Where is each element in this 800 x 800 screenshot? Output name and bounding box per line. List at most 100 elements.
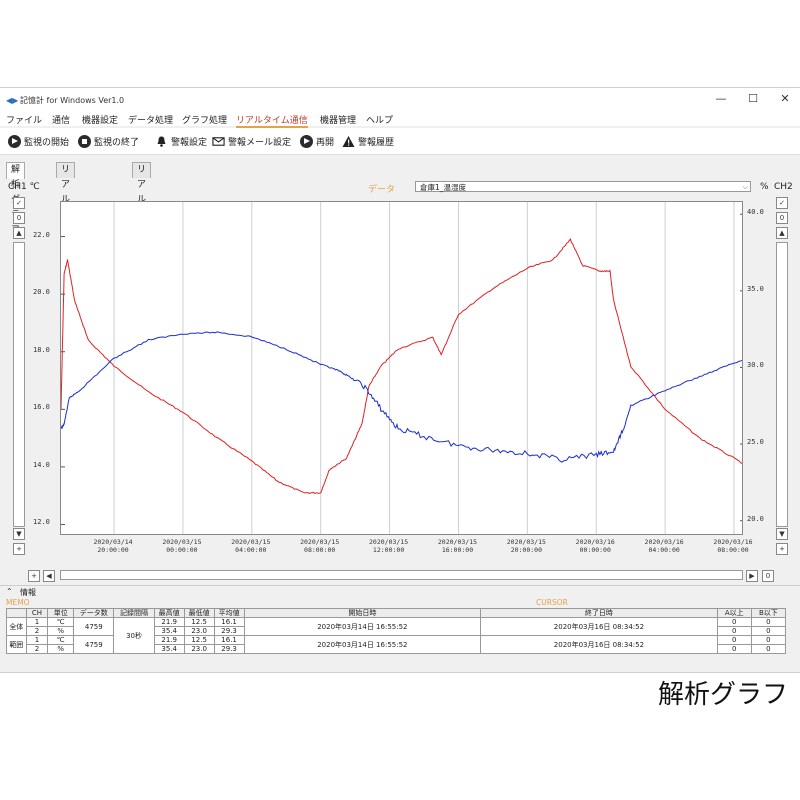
cell-avg: 29.3	[213, 626, 245, 636]
x-add-button[interactable]: +	[28, 570, 40, 582]
alarm-history-label: 警報履歴	[358, 137, 395, 148]
resume-label: 再開	[316, 137, 335, 148]
info-table-header: CH 単位 データ数 記録間隔 最高値 最低値 平均値 開始日時 終了日時 A以…	[6, 608, 787, 618]
x-tick-label: 2020/03/15 20:00:00	[506, 538, 546, 554]
col-end: 終了日時	[480, 608, 718, 618]
ch1-scroll-up-icon[interactable]: ▲	[13, 227, 25, 239]
app-icon: ◀▶	[6, 96, 19, 105]
ch2-zero-button[interactable]: 0	[776, 212, 788, 224]
cell-min: 23.0	[183, 626, 215, 636]
y-right-tick-label: 25.0	[747, 438, 764, 447]
cell-interval: 30秒	[113, 617, 155, 654]
ch2-checkbox[interactable]: ✓	[776, 197, 788, 209]
ch1-scroll-down-icon[interactable]: ▼	[13, 528, 25, 540]
x-zero-button[interactable]: 0	[762, 570, 774, 582]
menu-graph-processing[interactable]: グラフ処理	[182, 113, 227, 126]
row-group: 全体	[6, 617, 27, 636]
cell-avg: 29.3	[213, 644, 245, 654]
stop-monitoring-button[interactable]: 監視の終了	[78, 133, 139, 149]
cell-max: 35.4	[153, 644, 185, 654]
ch2-scroll-up-icon[interactable]: ▲	[776, 227, 788, 239]
x-tick-label: 2020/03/15 00:00:00	[162, 538, 202, 554]
menu-data-processing[interactable]: データ処理	[128, 113, 173, 126]
cell-ch: 2	[25, 644, 49, 654]
tab-realtime-graph[interactable]: リアルタイムグラフ	[56, 162, 76, 295]
cell-end: 2020年03月16日 08:34:52	[480, 635, 718, 654]
ch2-scroll-down-icon[interactable]: ▼	[776, 528, 788, 540]
cell-b-below: 0	[750, 644, 787, 654]
col-min: 最低値	[183, 608, 215, 618]
menu-realtime-communication[interactable]: リアルタイム通信	[236, 113, 308, 128]
cell-avg: 16.1	[213, 635, 245, 645]
ch2-vertical-scrollbar[interactable]	[776, 242, 788, 527]
alarm-settings-label: 警報設定	[171, 137, 208, 148]
row-group: 範囲	[6, 635, 27, 654]
cell-avg: 16.1	[213, 617, 245, 627]
chevron-down-icon: ⌵	[742, 183, 748, 191]
menu-help[interactable]: ヘルプ	[366, 113, 393, 126]
data-select[interactable]: 倉庫1_温湿度 ⌵	[415, 181, 751, 192]
y-right-tick-label: 40.0	[747, 208, 764, 217]
window-title: 記憶計 for Windows Ver1.0	[20, 96, 125, 105]
x-tick-label: 2020/03/15 16:00:00	[437, 538, 478, 554]
info-title: 情報	[20, 588, 36, 597]
col-max: 最高値	[153, 608, 185, 618]
ch1-label: CH1 ℃	[8, 182, 40, 192]
cell-max: 35.4	[153, 626, 185, 636]
scroll-left-icon[interactable]: ◀	[43, 570, 55, 582]
alarm-mail-settings-label: 警報メール設定	[228, 137, 292, 148]
menu-device-management[interactable]: 機器管理	[320, 113, 356, 126]
collapse-icon[interactable]: ⌃	[6, 587, 13, 596]
y-left-tick-label: 14.0	[33, 460, 50, 469]
table-row: 全体 1 ℃ 4759 30秒 21.9 12.5 16.1 2020年03月14日 16:55…	[6, 617, 787, 654]
resume-icon	[300, 134, 313, 148]
start-monitoring-label: 監視の開始	[24, 137, 70, 148]
ch2-add-button[interactable]: +	[776, 543, 788, 555]
cell-min: 12.5	[183, 635, 215, 645]
maximize-button[interactable]: ☐	[738, 91, 768, 107]
cell-a-above: 0	[716, 626, 752, 636]
menu-file[interactable]: ファイル	[6, 113, 42, 126]
start-monitoring-button[interactable]: 監視の開始	[8, 133, 69, 149]
menu-communication[interactable]: 通信	[52, 113, 70, 126]
close-button[interactable]: ✕	[770, 91, 800, 107]
scroll-right-icon[interactable]: ▶	[746, 570, 758, 582]
cell-min: 23.0	[183, 644, 215, 654]
warning-icon	[342, 135, 355, 147]
y-right-tick-label: 30.0	[747, 361, 764, 370]
stop-icon	[78, 134, 91, 148]
cell-ch: 1	[25, 635, 49, 645]
info-table: CH 単位 データ数 記録間隔 最高値 最低値 平均値 開始日時 終了日時 A以…	[6, 608, 787, 654]
col-unit: 単位	[47, 608, 75, 618]
ch2-unit: %	[760, 182, 769, 192]
horizontal-scrollbar[interactable]	[60, 570, 743, 580]
col-a-above: A以上	[716, 608, 752, 618]
alarm-mail-settings-button[interactable]: 警報メール設定	[212, 133, 291, 149]
cell-b-below: 0	[750, 635, 787, 645]
ch1-vertical-scrollbar[interactable]	[13, 242, 25, 527]
data-label: データ	[368, 185, 396, 195]
alarm-settings-button[interactable]: 警報設定	[155, 133, 207, 149]
ch1-add-button[interactable]: +	[13, 543, 25, 555]
resume-button[interactable]: 再開	[300, 133, 334, 149]
analysis-chart[interactable]	[60, 201, 743, 535]
caption-text: 解析グラフ	[657, 680, 788, 710]
cell-unit: %	[47, 644, 75, 654]
tab-realtime-monitor[interactable]: リアルタイムモニタ	[132, 162, 152, 295]
menu-device-settings[interactable]: 機器設定	[82, 113, 118, 126]
cell-max: 21.9	[153, 635, 185, 645]
ch1-checkbox[interactable]: ✓	[13, 197, 25, 209]
x-tick-label: 2020/03/16 00:00:00	[575, 538, 615, 554]
ch1-zero-button[interactable]: 0	[13, 212, 25, 224]
cell-a-above: 0	[716, 617, 752, 627]
series-line-1	[61, 238, 742, 494]
play-icon	[8, 134, 21, 148]
minimize-button[interactable]: —	[706, 91, 736, 107]
info-header[interactable]: ⌃ 情報	[0, 585, 800, 598]
y-right-tick-label: 20.0	[747, 514, 764, 523]
col-interval: 記録間隔	[113, 608, 155, 618]
stop-monitoring-label: 監視の終了	[94, 137, 140, 148]
tab-analysis-graph[interactable]: 解析グラフ	[6, 162, 26, 235]
alarm-history-button[interactable]: 警報履歴	[342, 133, 394, 149]
cell-start: 2020年03月14日 16:55:52	[243, 635, 482, 654]
